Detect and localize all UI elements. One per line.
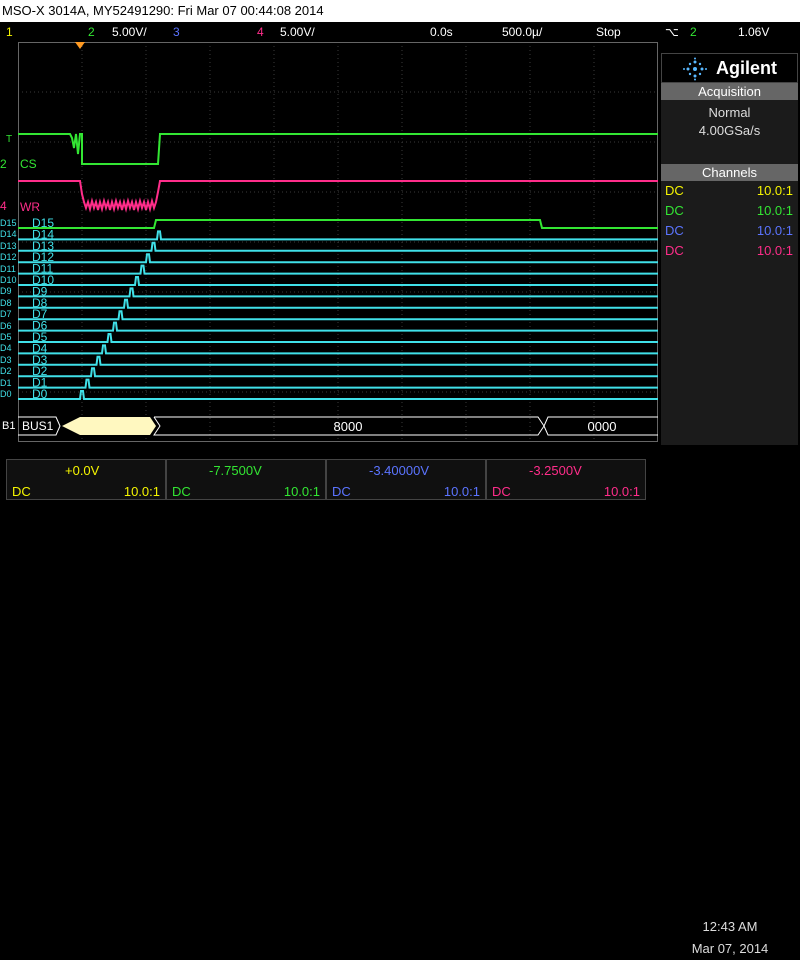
coupling: DC [332,484,351,499]
digital-marker-d8[interactable]: D8 [0,298,12,308]
channel-row-3[interactable]: DC 10.0:1 [661,223,798,243]
probe-ratio: 10.0:1 [603,484,640,499]
offset-value: +0.0V [65,463,100,478]
digital-label-d0: D0 [32,387,48,401]
digital-marker-d4[interactable]: D4 [0,343,12,353]
digital-marker-d14[interactable]: D14 [0,229,17,239]
probe-ratio: 10.0:1 [443,484,480,499]
bus-label: BUS1 [22,419,54,433]
ch1-number[interactable]: 1 [6,22,13,42]
ch4-ground-marker[interactable]: 4 [0,199,7,213]
digital-marker-d12[interactable]: D12 [0,252,17,262]
clock-time: 12:43 AM [702,919,758,934]
channel-row-2[interactable]: DC 10.0:1 [661,203,798,223]
brand-header: Agilent [661,53,798,83]
probe-ratio: 10.0:1 [123,484,160,499]
left-markers: T 2 4 D15 D14 D13 D12 D11 D10 D9 D8 D7 D6 D5 D4 D3 D2… [0,42,18,442]
channel-coupling: DC [665,223,684,238]
digital-marker-d1[interactable]: D1 [0,378,12,388]
coupling: DC [172,484,191,499]
digital-marker-d10[interactable]: D10 [0,275,17,285]
digital-marker-d3[interactable]: D3 [0,355,12,365]
digital-marker-d11[interactable]: D11 [0,264,16,274]
bus-value-0000: 0000 [588,419,617,434]
trigger-level-marker: T [6,134,13,145]
channel-offset-1[interactable]: +0.0V DC 10.0:1 [6,459,166,500]
horizontal-delay[interactable]: 0.0s [430,22,453,42]
trigger-level[interactable]: 1.06V [738,22,769,42]
digital-marker-d13[interactable]: D13 [0,241,17,251]
window-title: MSO-X 3014A, MY52491290: Fri Mar 07 00:4… [2,3,324,18]
timebase-scale[interactable]: 500.0µ/ [502,22,542,42]
brand-name: Agilent [716,58,777,78]
digital-marker-d7[interactable]: D7 [0,309,12,319]
channel-coupling: DC [665,203,684,218]
digital-marker-d0[interactable]: D0 [0,389,12,399]
acquisition-mode: Normal [708,105,751,120]
channel-coupling: DC [665,183,684,198]
channel-row-4[interactable]: DC 10.0:1 [661,243,798,263]
ch4-number[interactable]: 4 [257,22,264,42]
digital-marker-d15[interactable]: D15 [0,218,17,228]
ch3-number[interactable]: 3 [173,22,180,42]
run-state[interactable]: Stop [596,22,621,42]
channel-probe-ratio: 10.0:1 [756,243,793,258]
channel-probe-ratio: 10.0:1 [756,203,793,218]
digital-marker-d2[interactable]: D2 [0,366,12,376]
channel-probe-ratio: 10.0:1 [756,183,793,198]
channel-coupling: DC [665,243,684,258]
ch2-number[interactable]: 2 [88,22,95,42]
channel-offset-2[interactable]: -7.7500V DC 10.0:1 [166,459,326,500]
clock: 12:43 AM Mar 07, 2014 [660,916,800,960]
channel-row-1[interactable]: DC 10.0:1 [661,183,798,203]
coupling: DC [12,484,31,499]
offset-value: -3.2500V [529,463,582,478]
digital-marker-d6[interactable]: D6 [0,321,12,331]
channel-probe-ratio: 10.0:1 [756,223,793,238]
cs-label: CS [20,157,37,171]
digital-marker-d5[interactable]: D5 [0,332,12,342]
bus1-marker[interactable]: B1 [2,420,15,432]
offset-value: -7.7500V [209,463,262,478]
bus-value-8000: 8000 [334,419,363,434]
agilent-spark-icon [683,57,707,81]
acquisition-header[interactable]: Acquisition [661,83,798,100]
bus-segment-pending [62,417,156,435]
bottom-status-bar: +0.0V DC 10.0:1 -7.7500V DC 10.0:1 -3.40000V DC… [0,456,800,956]
channels-header[interactable]: Channels [661,164,798,181]
digital-marker-d9[interactable]: D9 [0,286,12,296]
ch4-scale[interactable]: 5.00V/ [280,22,315,42]
window-title-bar: MSO-X 3014A, MY52491290: Fri Mar 07 00:4… [0,0,800,22]
trigger-source[interactable]: 2 [690,22,697,42]
probe-ratio: 10.0:1 [283,484,320,499]
sample-rate: 4.00GSa/s [698,123,761,138]
channel-settings-bar: 1 2 5.00V/ 3 4 5.00V/ 0.0s 500.0µ/ Stop … [0,22,800,42]
waveform-display[interactable]: D15D14D13D12D11D10D9D8D7D6D5D4D3D2D1D0 8… [18,42,658,442]
offset-value: -3.40000V [369,463,429,478]
coupling: DC [492,484,511,499]
trigger-edge-icon: ⌥ [665,25,679,39]
channel-offset-3[interactable]: -3.40000V DC 10.0:1 [326,459,486,500]
wr-label: WR [20,200,40,214]
channel-offset-4[interactable]: -3.2500V DC 10.0:1 [486,459,646,500]
side-info-panel: Agilent Acquisition Normal 4.00GSa/s Cha… [661,53,798,445]
ch2-scale[interactable]: 5.00V/ [112,22,147,42]
ch2-ground-marker[interactable]: 2 [0,157,7,171]
clock-date: Mar 07, 2014 [691,941,769,956]
